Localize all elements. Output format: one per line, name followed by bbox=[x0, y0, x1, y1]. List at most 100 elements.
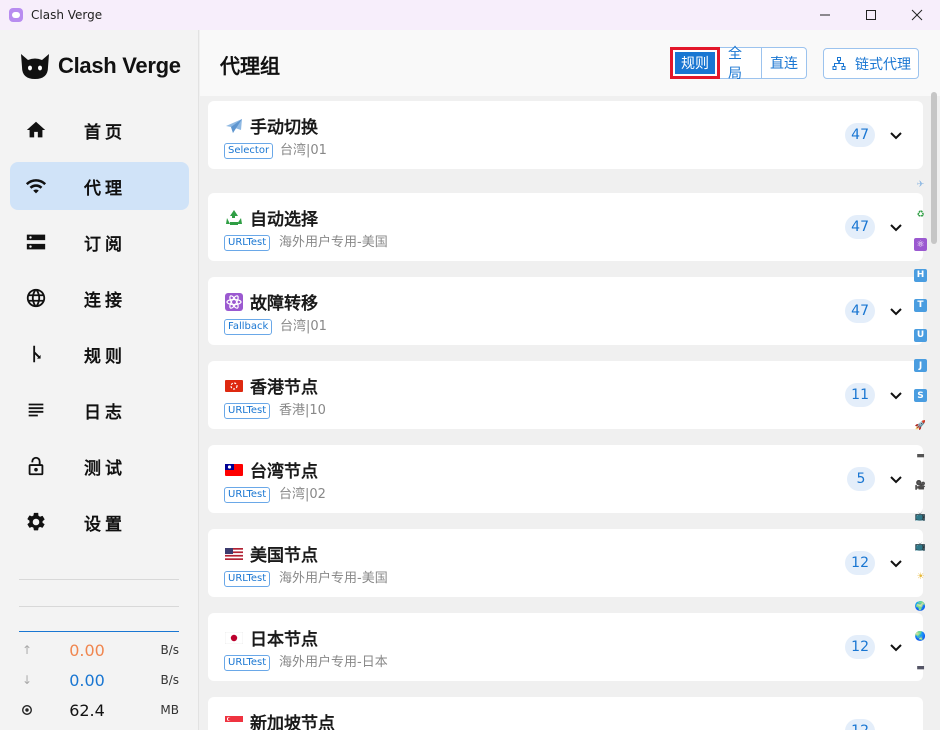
sidebar-item-settings[interactable]: 设置 bbox=[10, 498, 189, 546]
group-count-badge: 12 bbox=[845, 635, 875, 659]
title-bar: Clash Verge bbox=[0, 0, 940, 30]
tv-icon[interactable]: 📺 bbox=[914, 510, 927, 523]
group-current-node: 台湾|01 bbox=[280, 319, 327, 334]
group-name: 香港节点 bbox=[250, 378, 318, 398]
page-header: 代理组 规则 全局 直连 链式代理 bbox=[200, 30, 940, 96]
storage-icon bbox=[24, 230, 48, 254]
proxy-group-card[interactable]: 香港节点 URLTest 香港|10 11 bbox=[208, 361, 923, 429]
index-item-icon[interactable]: ▬ bbox=[914, 661, 927, 674]
rocket-icon[interactable]: 🚀 bbox=[914, 420, 927, 433]
group-count-badge: 47 bbox=[845, 299, 875, 323]
index-item-letter[interactable]: J bbox=[914, 359, 927, 373]
memory-unit: MB bbox=[160, 703, 179, 717]
home-icon bbox=[24, 118, 48, 142]
group-count-badge: 47 bbox=[845, 123, 875, 147]
group-type-badge: URLTest bbox=[224, 655, 271, 671]
index-item-letter[interactable]: U bbox=[914, 328, 927, 342]
group-count-badge: 47 bbox=[845, 215, 875, 239]
chevron-down-icon[interactable] bbox=[889, 129, 903, 143]
chevron-down-icon[interactable] bbox=[889, 557, 903, 571]
sun-icon[interactable]: ☀ bbox=[914, 570, 927, 583]
logo: Clash Verge bbox=[19, 50, 181, 82]
memory-value: 62.4 bbox=[69, 700, 105, 720]
globe-icon[interactable]: 🌏 bbox=[914, 631, 927, 644]
sidebar-divider bbox=[19, 606, 179, 607]
chevron-down-icon[interactable] bbox=[889, 305, 903, 319]
download-speed: ↓ 0.00 B/s bbox=[19, 665, 179, 695]
index-item-icon[interactable]: ▬ bbox=[914, 450, 927, 463]
group-quick-index: ✈ ♻ ⚛ H T U J S 🚀 ▬ 🎥 📺 📺 ☀ 🌍 🌏 ▬ bbox=[914, 178, 928, 691]
group-type-badge: Fallback bbox=[224, 319, 273, 335]
group-title: 日本节点 bbox=[224, 625, 318, 650]
sidebar-item-logs[interactable]: 日志 bbox=[10, 386, 189, 434]
proxy-group-card[interactable]: 美国节点 URLTest 海外用户专用-美国 12 bbox=[208, 529, 923, 597]
group-name: 美国节点 bbox=[250, 546, 318, 566]
upload-speed: ↑ 0.00 B/s bbox=[19, 635, 179, 665]
sidebar-item-subscription[interactable]: 订阅 bbox=[10, 218, 189, 266]
sidebar-item-label: 测试 bbox=[84, 458, 126, 479]
gear-icon bbox=[24, 510, 48, 534]
arrow-up-icon: ↑ bbox=[21, 643, 33, 657]
group-title: 台湾节点 bbox=[224, 457, 318, 482]
traffic-graph-line bbox=[19, 631, 179, 632]
proxy-group-card[interactable]: 自动选择 URLTest 海外用户专用-美国 47 bbox=[208, 193, 923, 261]
sidebar-item-test[interactable]: 测试 bbox=[10, 442, 189, 490]
close-button[interactable] bbox=[894, 0, 940, 30]
mode-rule-button[interactable]: 规则 bbox=[670, 47, 720, 79]
group-name: 日本节点 bbox=[250, 630, 318, 650]
maximize-icon bbox=[866, 10, 876, 20]
proxy-group-card[interactable]: 故障转移 Fallback 台湾|01 47 bbox=[208, 277, 923, 345]
group-count-badge: 12 bbox=[845, 551, 875, 575]
sidebar-item-proxy[interactable]: 代理 bbox=[10, 162, 189, 210]
video-camera-icon[interactable]: 🎥 bbox=[914, 480, 927, 493]
index-item-letter[interactable]: T bbox=[914, 298, 927, 312]
atom-icon bbox=[224, 292, 244, 311]
maximize-button[interactable] bbox=[848, 0, 894, 30]
proxy-group-card[interactable]: 台湾节点 URLTest 台湾|02 5 bbox=[208, 445, 923, 513]
chain-proxy-label: 链式代理 bbox=[855, 56, 911, 73]
app-icon bbox=[9, 8, 23, 22]
upload-unit: B/s bbox=[160, 643, 179, 657]
globe-icon bbox=[24, 286, 48, 310]
sidebar-item-label: 订阅 bbox=[84, 234, 126, 255]
sidebar-item-home[interactable]: 首页 bbox=[10, 106, 189, 154]
mode-toggle-group: 规则 全局 直连 bbox=[670, 46, 807, 82]
chain-proxy-button[interactable]: 链式代理 bbox=[823, 48, 919, 79]
index-item-icon[interactable]: ✈ bbox=[914, 178, 927, 191]
minimize-button[interactable] bbox=[802, 0, 848, 30]
globe-icon[interactable]: 🌍 bbox=[914, 601, 927, 614]
sidebar-item-connections[interactable]: 连接 bbox=[10, 274, 189, 322]
group-title: 美国节点 bbox=[224, 541, 318, 566]
flag-sg-icon bbox=[224, 713, 244, 730]
proxy-group-card[interactable]: 新加坡节点 12 bbox=[208, 697, 923, 730]
tv-icon[interactable]: 📺 bbox=[914, 540, 927, 553]
proxy-group-card[interactable]: 手动切换 Selector 台湾|01 47 bbox=[208, 101, 923, 169]
group-title: 手动切换 bbox=[224, 113, 318, 138]
flag-hk-icon bbox=[224, 377, 244, 395]
proxy-group-card[interactable]: 日本节点 URLTest 海外用户专用-日本 12 bbox=[208, 613, 923, 681]
group-current-node: 台湾|01 bbox=[280, 143, 327, 158]
group-type-badge: URLTest bbox=[224, 403, 271, 419]
index-item-letter[interactable]: H bbox=[914, 268, 927, 282]
mode-global-button[interactable]: 全局 bbox=[720, 46, 762, 82]
flag-jp-icon bbox=[224, 629, 244, 647]
group-current-node: 海外用户专用-日本 bbox=[279, 655, 388, 670]
index-item-icon[interactable]: ♻ bbox=[914, 208, 927, 221]
index-item-letter[interactable]: S bbox=[914, 389, 927, 403]
chevron-down-icon[interactable] bbox=[889, 221, 903, 235]
index-item-icon[interactable]: ⚛ bbox=[914, 238, 927, 252]
chevron-down-icon[interactable] bbox=[889, 389, 903, 403]
group-title: 故障转移 bbox=[224, 289, 318, 314]
wifi-icon bbox=[24, 174, 48, 198]
close-icon bbox=[911, 9, 923, 21]
lines-icon bbox=[24, 398, 48, 422]
scrollbar-thumb[interactable] bbox=[931, 92, 937, 244]
download-value: 0.00 bbox=[69, 670, 105, 690]
chevron-down-icon[interactable] bbox=[889, 473, 903, 487]
mode-direct-button[interactable]: 直连 bbox=[762, 47, 807, 79]
sidebar-item-rules[interactable]: 规则 bbox=[10, 330, 189, 378]
chevron-down-icon[interactable] bbox=[889, 641, 903, 655]
airplane-icon bbox=[224, 117, 244, 135]
memory-icon bbox=[19, 704, 35, 716]
sidebar-item-label: 日志 bbox=[84, 402, 126, 423]
